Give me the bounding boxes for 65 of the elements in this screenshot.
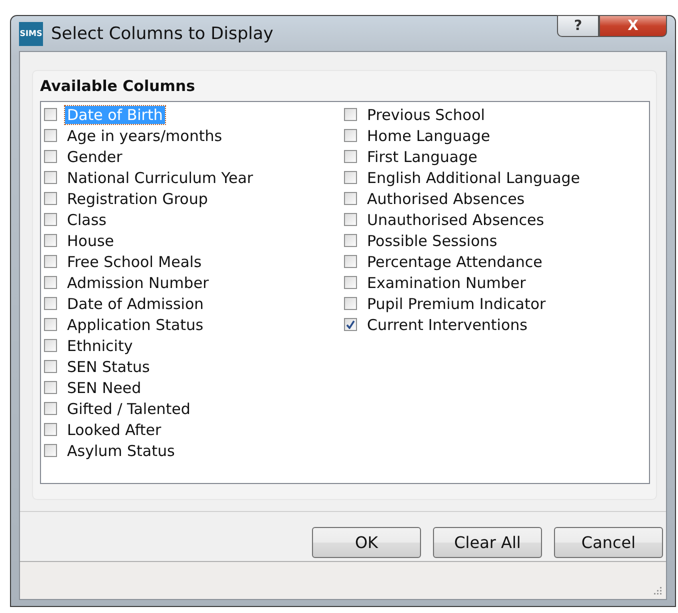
- checkbox[interactable]: [44, 171, 57, 184]
- column-option[interactable]: Examination Number: [365, 274, 528, 292]
- checkbox[interactable]: [344, 234, 357, 247]
- column-option[interactable]: English Additional Language: [365, 168, 582, 186]
- column-option[interactable]: Admission Number: [65, 274, 211, 292]
- checkmark-icon: [346, 320, 355, 329]
- column-option[interactable]: Looked After: [65, 420, 164, 438]
- column-option[interactable]: Age in years/months: [65, 126, 224, 144]
- column-option[interactable]: Percentage Attendance: [365, 252, 544, 270]
- checkbox[interactable]: [44, 108, 57, 121]
- column-option[interactable]: Registration Group: [65, 190, 210, 208]
- column-option[interactable]: Current Interventions: [365, 316, 530, 334]
- checkbox[interactable]: [344, 213, 357, 226]
- column-option[interactable]: Gender: [65, 148, 124, 166]
- checkbox[interactable]: [44, 150, 57, 163]
- checkbox[interactable]: [44, 192, 57, 205]
- column-option[interactable]: National Curriculum Year: [65, 168, 256, 186]
- checkbox[interactable]: [44, 297, 57, 310]
- checkbox[interactable]: [344, 150, 357, 163]
- dialog-button[interactable]: OK: [312, 527, 421, 558]
- dialog-button[interactable]: Cancel: [554, 527, 663, 558]
- column-option[interactable]: Home Language: [365, 126, 492, 144]
- checkbox[interactable]: [44, 129, 57, 142]
- window-title: Select Columns to Display: [51, 24, 274, 44]
- checkbox[interactable]: [44, 234, 57, 247]
- checkbox[interactable]: [44, 213, 57, 226]
- checkbox[interactable]: [344, 255, 357, 268]
- column-option[interactable]: Gifted / Talented: [65, 400, 192, 418]
- resize-grip-icon: [652, 585, 662, 595]
- column-option[interactable]: SEN Status: [65, 358, 152, 376]
- checkbox[interactable]: [344, 192, 357, 205]
- column-option[interactable]: Date of Admission: [65, 294, 206, 312]
- column-option[interactable]: Possible Sessions: [365, 232, 500, 250]
- checkbox[interactable]: [44, 339, 57, 352]
- column-option[interactable]: SEN Need: [65, 378, 144, 396]
- column-option[interactable]: House: [65, 232, 116, 250]
- help-button[interactable]: ?: [557, 15, 599, 37]
- checkbox[interactable]: [44, 444, 57, 457]
- column-option[interactable]: Asylum Status: [65, 442, 177, 460]
- checkbox[interactable]: [44, 276, 57, 289]
- column-option[interactable]: Authorised Absences: [365, 190, 527, 208]
- dialog-button[interactable]: Clear All: [433, 527, 542, 558]
- checkbox[interactable]: [44, 318, 57, 331]
- checkbox[interactable]: [344, 108, 357, 121]
- checkbox[interactable]: [344, 297, 357, 310]
- checkbox[interactable]: [344, 318, 357, 331]
- checkbox[interactable]: [44, 381, 57, 394]
- column-option[interactable]: Application Status: [65, 316, 206, 334]
- checkbox[interactable]: [44, 423, 57, 436]
- app-logo: SIMS: [19, 22, 43, 46]
- checkbox[interactable]: [44, 255, 57, 268]
- column-option[interactable]: Pupil Premium Indicator: [365, 294, 548, 312]
- column-option[interactable]: Unauthorised Absences: [365, 210, 546, 228]
- group-title: Available Columns: [40, 77, 196, 95]
- column-option[interactable]: Free School Meals: [65, 252, 204, 270]
- column-option[interactable]: Previous School: [365, 106, 487, 124]
- checkbox[interactable]: [344, 129, 357, 142]
- checkbox[interactable]: [344, 276, 357, 289]
- column-option[interactable]: First Language: [365, 148, 480, 166]
- checkbox[interactable]: [344, 171, 357, 184]
- checkbox[interactable]: [44, 360, 57, 373]
- column-option[interactable]: Class: [65, 210, 108, 228]
- close-button[interactable]: X: [599, 15, 667, 37]
- column-option[interactable]: Ethnicity: [65, 336, 135, 354]
- checkbox[interactable]: [44, 402, 57, 415]
